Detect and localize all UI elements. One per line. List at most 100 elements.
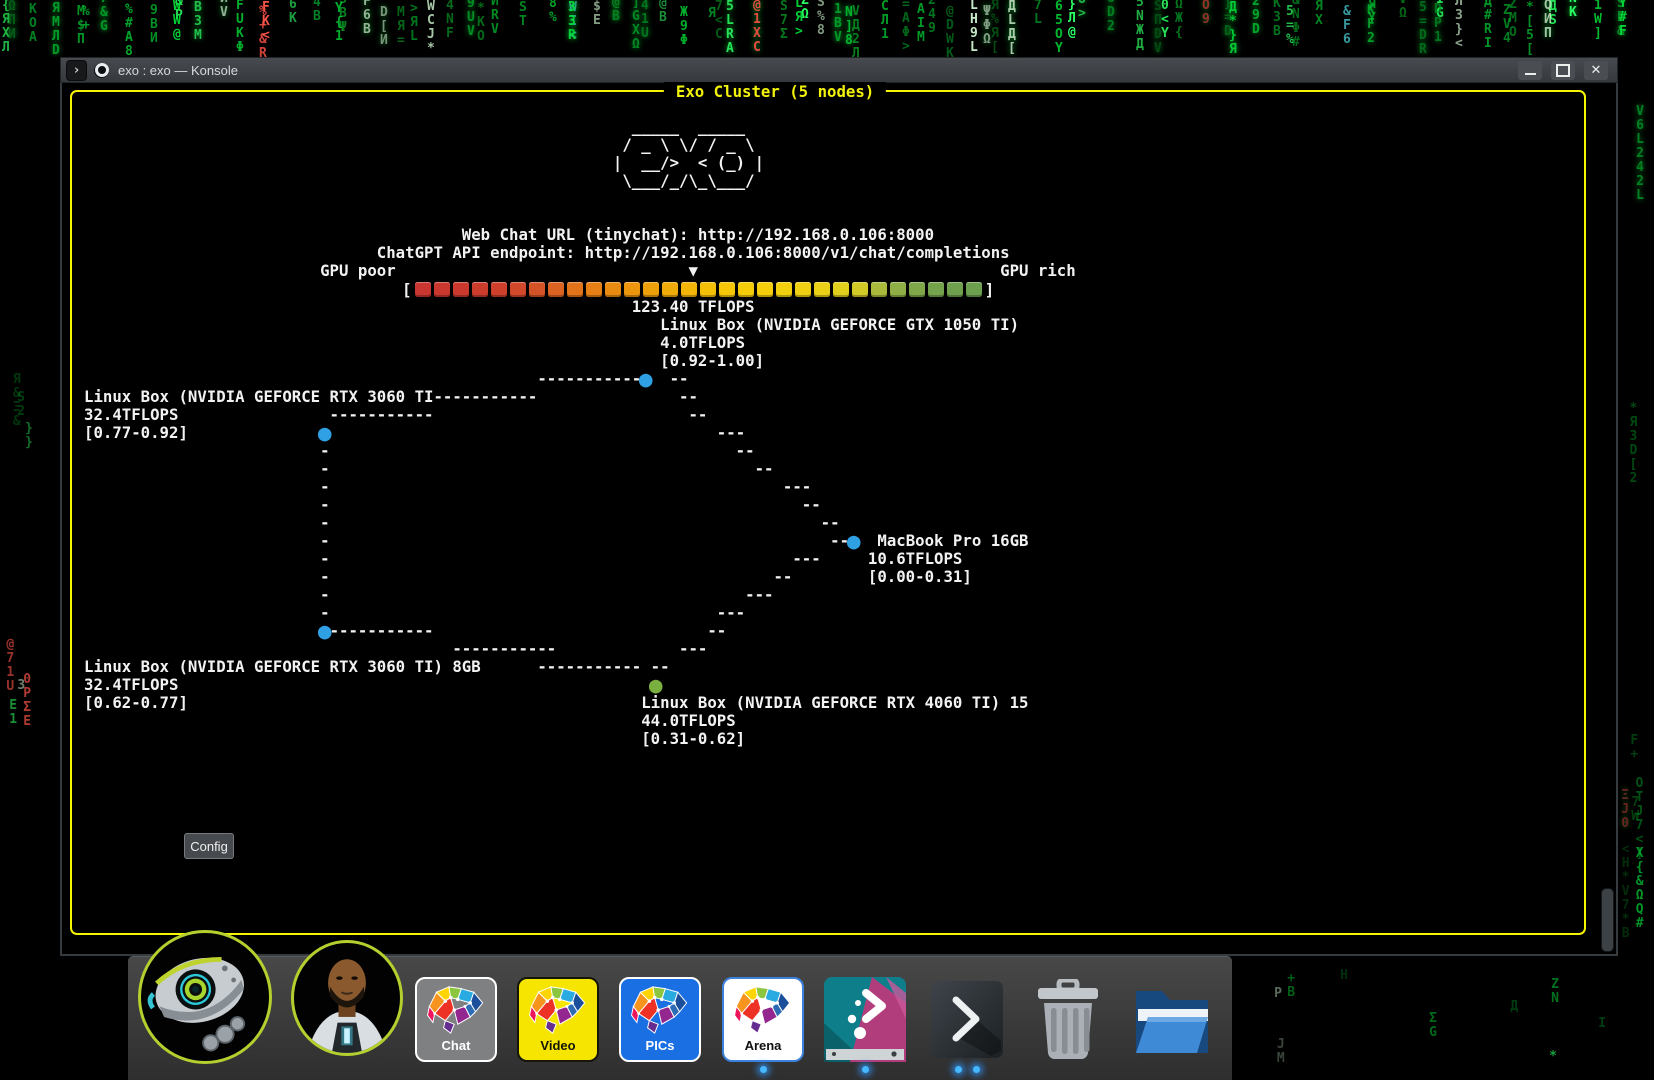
terminal-row: Linux Box (NVIDIA GEFORCE RTX 3060 TI) 8… [84, 658, 1076, 676]
node-dot-blue: ● [318, 420, 332, 446]
desktop-app-icon [824, 977, 906, 1067]
terminal-row: - -- [84, 442, 1076, 460]
close-icon: ✕ [1591, 64, 1602, 77]
gpu-meter-bar: [ ] [402, 280, 994, 298]
running-indicator-dot [862, 1066, 869, 1073]
matrix-rain-right: ΞJ0F+X{&ΩQ#<H*V7*B7W*Я3D[2V6L242LOTJ7<] [1618, 57, 1654, 956]
running-indicator-dot [955, 1066, 962, 1073]
konsole-icon [931, 981, 1003, 1063]
cluster-panel-title: Exo Cluster (5 nodes) [664, 82, 886, 101]
matrix-rain-left: 0PΣEЯ&Ξ&3}}@71UE1S2 [0, 57, 60, 956]
terminal-row: - --- [84, 478, 1076, 496]
terminal-row: -----------● -- [84, 370, 1076, 388]
app-label: PICs [646, 1038, 675, 1053]
dock-item-arena[interactable]: Arena [722, 977, 804, 1062]
gpu-meter-square [890, 282, 906, 297]
config-button[interactable]: Config [184, 833, 234, 859]
minimize-button[interactable] [1518, 61, 1542, 80]
gpu-meter-square [947, 282, 963, 297]
dock-item-video[interactable]: Video [517, 977, 599, 1062]
dock-item-desktop-app[interactable] [824, 977, 906, 1062]
terminal-row: 44.0TFLOPS [84, 712, 1076, 730]
matrix-rain-bottom: +BIДPHΣG*ZNJM [1232, 956, 1654, 1080]
gpu-meter-square [909, 282, 925, 297]
gpu-meter-square [662, 282, 678, 297]
robot-avatar-image [141, 933, 269, 1064]
person-avatar-image [294, 943, 400, 1056]
running-indicator-dot [973, 1066, 980, 1073]
chevron-glyph: › [73, 63, 81, 78]
terminal-row [84, 190, 1076, 208]
maximize-icon [1556, 64, 1570, 77]
gpu-meter-square [643, 282, 659, 297]
gpu-meter-square [700, 282, 716, 297]
terminal-text-grid: _____ _____ / _ \ \/ / _ \ | __/> < (_) … [84, 118, 1076, 748]
dock-item-pics[interactable]: PICs [619, 977, 701, 1062]
terminal-row: - --- [84, 604, 1076, 622]
gpu-meter-square [491, 282, 507, 297]
konsole-tab-icon: › [66, 60, 87, 81]
terminal-row: 32.4TFLOPS ----------- -- [84, 406, 1076, 424]
terminal-row: 4.0TFLOPS [84, 334, 1076, 352]
gpu-meter-square [529, 282, 545, 297]
window-controls: ✕ [1518, 61, 1608, 80]
app-label: Chat [442, 1038, 471, 1053]
folder-icon [1133, 983, 1211, 1060]
gpu-meter-square [453, 282, 469, 297]
gpu-meter-squares [415, 282, 982, 297]
gpu-meter-square [795, 282, 811, 297]
terminal-row: / _ \ \/ / _ \ [84, 136, 1076, 154]
gpu-meter-square [757, 282, 773, 297]
terminal-row: - --● MacBook Pro 16GB [84, 532, 1076, 550]
gpu-meter-square [510, 282, 526, 297]
dock-item-chat[interactable]: Chat [415, 977, 497, 1062]
dock-item-person-avatar[interactable] [291, 940, 403, 1056]
terminal-row: ●----------- -- [84, 622, 1076, 640]
dock-item-robot-avatar[interactable] [138, 930, 272, 1064]
gpu-meter-square [586, 282, 602, 297]
gpu-meter-square [966, 282, 982, 297]
gpu-meter-bracket-right: ] [985, 280, 995, 299]
terminal-row: [0.77-0.92] ● --- [84, 424, 1076, 442]
close-button[interactable]: ✕ [1584, 61, 1608, 80]
terminal-scrollbar[interactable] [1601, 888, 1614, 952]
terminal-row: - --- [84, 586, 1076, 604]
gpu-meter-square [624, 282, 640, 297]
chat-brain-icon [424, 983, 488, 1042]
terminal-row: 123.40 TFLOPS [84, 298, 1076, 316]
gpu-meter-square [472, 282, 488, 297]
gpu-meter-bracket-left: [ [402, 280, 412, 299]
gpu-meter-square [871, 282, 887, 297]
node-dot-blue: ● [847, 528, 861, 554]
terminal-row [84, 208, 1076, 226]
gpu-meter-square [681, 282, 697, 297]
window-title: exo : exo — Konsole [118, 63, 238, 78]
desktop: {ЯXЛKOAЯMЛD%+7&G%#A89BИ&PB3MИVFUKΦ%+&R6K… [0, 0, 1654, 1080]
terminal-row: ChatGPT API endpoint: http://192.168.0.1… [84, 244, 1076, 262]
gpu-meter-square [719, 282, 735, 297]
dock-item-konsole[interactable] [931, 981, 1003, 1058]
gpu-meter-square [605, 282, 621, 297]
minimize-icon [1525, 73, 1536, 75]
terminal-row: [0.92-1.00] [84, 352, 1076, 370]
konsole-app-icon [94, 63, 109, 78]
gpu-meter-square [415, 282, 431, 297]
node-dot-green: ● [649, 672, 663, 698]
video-brain-icon [526, 983, 590, 1042]
trash-icon [1034, 979, 1102, 1064]
gpu-meter-square [548, 282, 564, 297]
terminal-row: ----------- --- [84, 640, 1076, 658]
dock-item-trash[interactable] [1034, 979, 1102, 1059]
gpu-meter-square [567, 282, 583, 297]
arena-brain-icon [731, 983, 795, 1042]
matrix-rain-top: {ЯXЛKOAЯMЛD%+7&G%#A89BИ&PB3MИVFUKΦ%+&R6K… [0, 0, 1654, 57]
terminal-row: Web Chat URL (tinychat): http://192.168.… [84, 226, 1076, 244]
window-titlebar[interactable]: › exo : exo — Konsole ✕ [60, 57, 1618, 83]
node-dot-blue: ● [639, 366, 653, 392]
terminal-row: Linux Box (NVIDIA GEFORCE RTX 3060 TI---… [84, 388, 1076, 406]
terminal-row: _____ _____ [84, 118, 1076, 136]
dock-item-folder[interactable] [1133, 983, 1211, 1055]
maximize-button[interactable] [1551, 61, 1575, 80]
terminal-row: - -- [84, 460, 1076, 478]
terminal-row: [0.31-0.62] [84, 730, 1076, 748]
